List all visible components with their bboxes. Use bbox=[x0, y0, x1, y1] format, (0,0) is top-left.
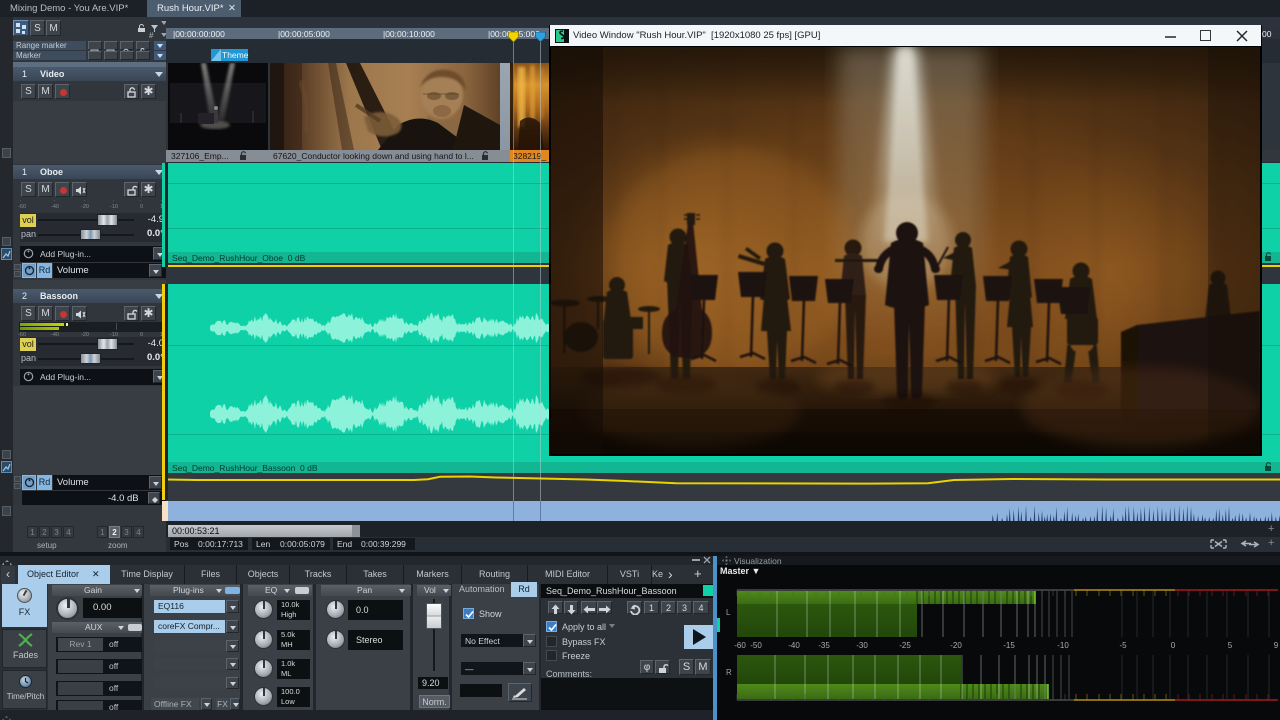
svg-text:-5: -5 bbox=[1119, 641, 1127, 650]
svg-text:-50: -50 bbox=[750, 641, 762, 650]
svg-text:-30: -30 bbox=[856, 641, 868, 650]
svg-text:-35: -35 bbox=[818, 641, 830, 650]
svg-text:-60: -60 bbox=[734, 641, 746, 650]
svg-text:-20: -20 bbox=[950, 641, 962, 650]
svg-text:-40: -40 bbox=[788, 641, 800, 650]
svg-text:0: 0 bbox=[1171, 641, 1176, 650]
svg-text:9: 9 bbox=[1274, 641, 1279, 650]
svg-text:-10: -10 bbox=[1057, 641, 1069, 650]
svg-text:-25: -25 bbox=[899, 641, 911, 650]
svg-text:5: 5 bbox=[1228, 641, 1233, 650]
svg-text:-15: -15 bbox=[1003, 641, 1015, 650]
